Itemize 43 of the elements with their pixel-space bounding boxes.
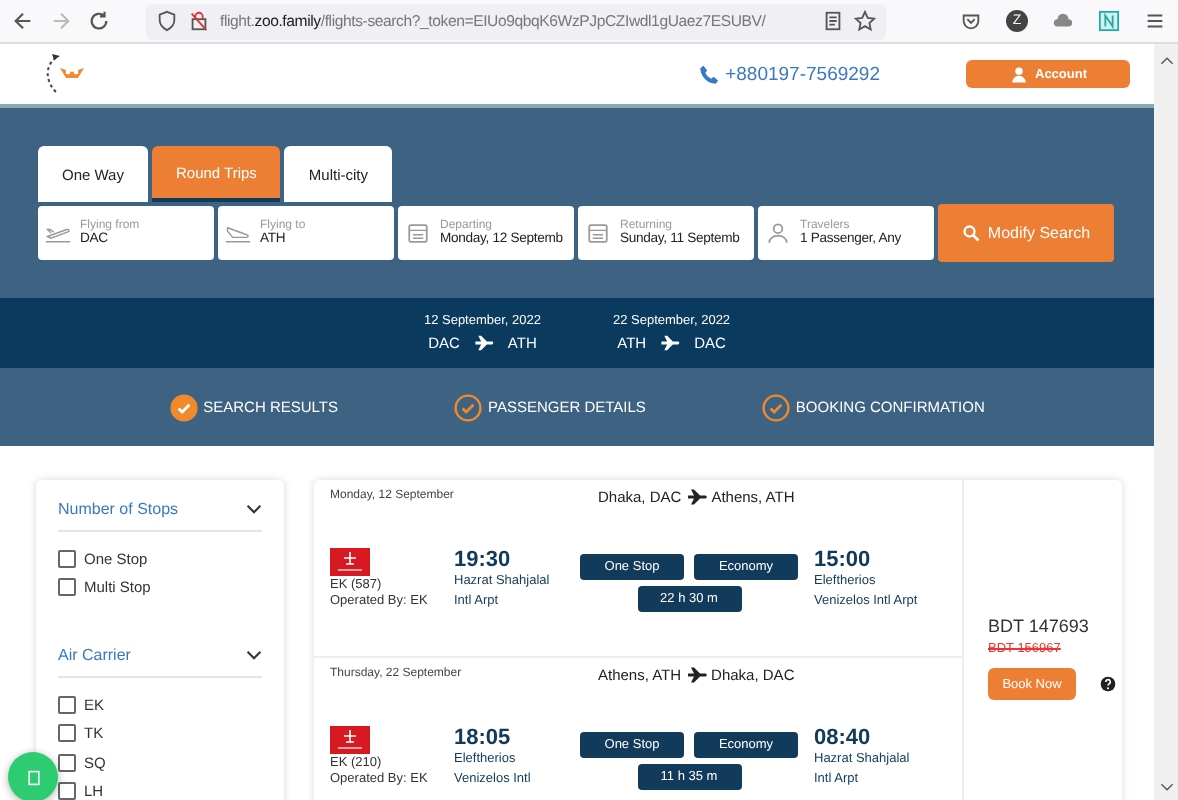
airline-logo [330,726,370,754]
lock-icon [188,10,210,32]
person-icon [764,222,792,244]
search-icon [961,224,980,242]
plane-icon [660,334,681,352]
departure-time: 18:05 [454,726,513,750]
arrival-time: 08:40 [814,726,873,750]
reader-icon[interactable] [822,10,844,32]
cloud-icon[interactable] [1052,10,1074,32]
phone-number[interactable]: +880197-7569292 [725,63,880,85]
filter-title[interactable]: Number of Stops [58,500,179,518]
calendar-icon [584,222,612,244]
departure-time: 19:30 [454,548,513,572]
phone-icon [697,63,720,85]
menu-icon[interactable] [1144,10,1166,32]
chevron-down-icon[interactable] [246,504,262,514]
plane-icon [685,666,708,684]
checkbox[interactable] [58,549,76,568]
chat-icon [25,769,41,785]
back-icon[interactable] [12,10,34,32]
scrollbar[interactable] [1154,44,1178,800]
airline-logo [330,548,370,576]
plane-icon [685,488,708,506]
checkbox[interactable] [58,695,76,714]
checkbox[interactable] [58,578,76,597]
plane-icon [473,334,494,352]
scroll-up-icon[interactable] [1159,56,1173,66]
star-icon[interactable] [854,10,876,32]
pocket-icon[interactable] [960,10,982,32]
shield-icon [156,10,178,32]
scroll-down-icon[interactable] [1159,782,1173,792]
landing-icon [224,222,252,244]
arrival-time: 15:00 [814,548,873,572]
filter-title[interactable]: Air Carrier [58,646,131,664]
help-icon[interactable] [1100,676,1116,692]
chevron-down-icon[interactable] [246,650,262,660]
reload-icon[interactable] [88,10,110,32]
calendar-icon [404,222,432,244]
checkbox[interactable] [58,782,76,800]
price: BDT 147693 [988,616,1091,636]
checkbox[interactable] [58,724,76,743]
checkbox[interactable] [58,753,76,772]
user-icon [1009,65,1027,83]
